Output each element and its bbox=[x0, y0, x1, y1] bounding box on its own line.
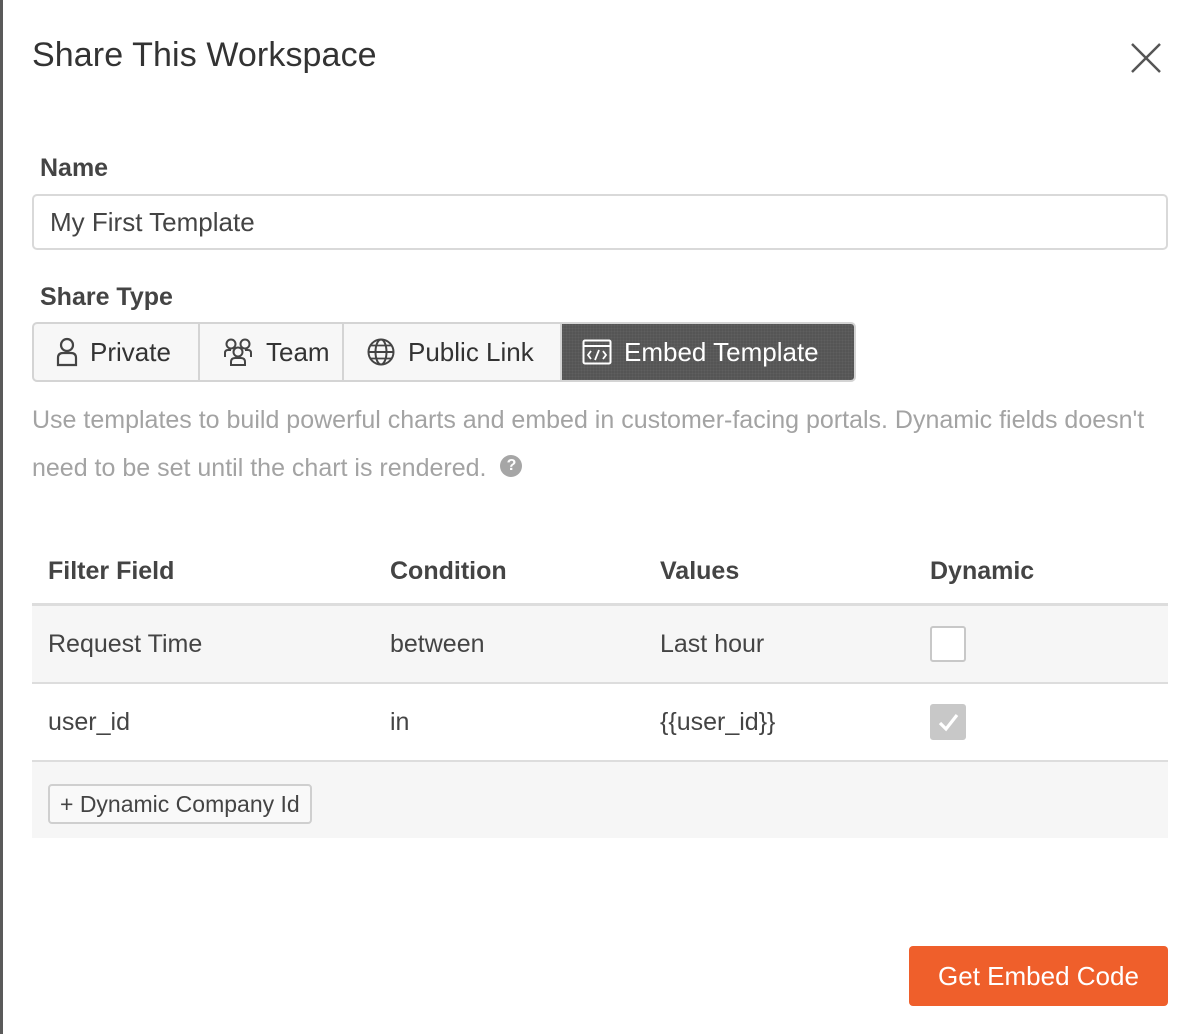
share-type-team-label: Team bbox=[266, 336, 330, 367]
values-cell: {{user_id}} bbox=[660, 707, 776, 736]
condition-cell: between bbox=[390, 629, 485, 658]
share-type-public-label: Public Link bbox=[408, 336, 534, 367]
help-icon[interactable]: ? bbox=[500, 455, 523, 477]
condition-cell: in bbox=[390, 707, 410, 736]
table-row[interactable]: user_id in {{user_id}} bbox=[32, 684, 1168, 762]
team-icon bbox=[224, 338, 252, 366]
name-input[interactable] bbox=[32, 194, 1168, 250]
add-dynamic-company-id-button[interactable]: + Dynamic Company Id bbox=[48, 784, 312, 824]
share-type-embed-template[interactable]: Embed Template bbox=[562, 324, 854, 380]
dynamic-checkbox[interactable] bbox=[930, 626, 966, 662]
values-cell: Last hour bbox=[660, 629, 765, 658]
share-type-private-label: Private bbox=[90, 336, 171, 367]
globe-icon bbox=[367, 338, 395, 366]
share-type-embed-label: Embed Template bbox=[624, 336, 819, 367]
share-type-help: Use templates to build powerful charts a… bbox=[32, 396, 1168, 492]
table-row[interactable]: Request Time between Last hour bbox=[32, 606, 1168, 684]
header-condition: Condition bbox=[390, 557, 507, 585]
close-icon bbox=[1131, 43, 1161, 73]
get-embed-code-button[interactable]: Get Embed Code bbox=[909, 946, 1168, 1006]
filter-table: Filter Field Condition Values Dynamic Re… bbox=[32, 540, 1168, 838]
name-label: Name bbox=[40, 154, 109, 182]
share-type-label: Share Type bbox=[40, 283, 173, 311]
share-type-public-link[interactable]: Public Link bbox=[344, 324, 562, 380]
help-text: Use templates to build powerful charts a… bbox=[32, 406, 1145, 482]
filter-field-cell: user_id bbox=[48, 707, 130, 736]
add-filter-row: + Dynamic Company Id bbox=[32, 762, 1168, 838]
checkmark-icon bbox=[938, 714, 959, 732]
filter-field-cell: Request Time bbox=[48, 629, 203, 658]
share-type-team[interactable]: Team bbox=[200, 324, 344, 380]
user-icon bbox=[56, 337, 78, 367]
close-button[interactable] bbox=[1126, 38, 1166, 78]
header-filter-field: Filter Field bbox=[48, 557, 175, 585]
dialog-title: Share This Workspace bbox=[32, 36, 377, 74]
embed-code-icon bbox=[582, 339, 612, 365]
share-type-private[interactable]: Private bbox=[34, 324, 200, 380]
table-header: Filter Field Condition Values Dynamic bbox=[32, 540, 1168, 606]
dynamic-checkbox[interactable] bbox=[930, 704, 966, 740]
share-type-selector: Private Team Public Link Embed Template bbox=[32, 322, 856, 382]
share-workspace-dialog: Share This Workspace Name Share Type Pri… bbox=[0, 0, 1196, 1034]
header-values: Values bbox=[660, 557, 740, 585]
header-dynamic: Dynamic bbox=[930, 557, 1035, 585]
